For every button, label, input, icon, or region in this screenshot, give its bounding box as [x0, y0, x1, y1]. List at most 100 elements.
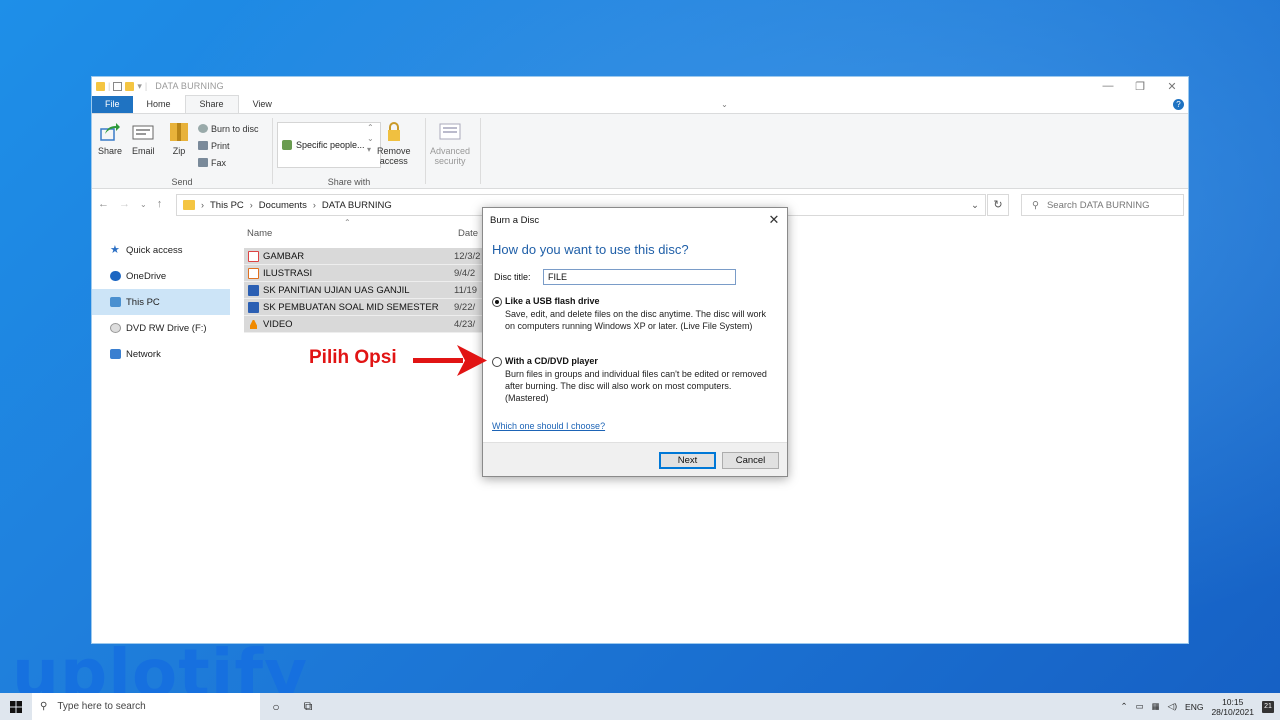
sidebar-label: OneDrive — [126, 270, 167, 282]
cortana-icon[interactable]: ○ — [260, 700, 292, 714]
close-icon[interactable]: ✕ — [761, 212, 787, 228]
tab-share[interactable]: Share — [184, 95, 239, 113]
tab-file[interactable]: File — [92, 96, 133, 113]
share-button[interactable]: Share — [98, 122, 122, 156]
sidebar-item-this-pc[interactable]: This PC — [92, 289, 230, 315]
breadcrumb-this-pc[interactable]: This PC — [210, 200, 244, 211]
help-icon[interactable]: ? — [1173, 98, 1184, 110]
clock-date: 28/10/2021 — [1211, 706, 1254, 717]
option-title: Like a USB flash drive — [505, 296, 600, 306]
battery-icon[interactable]: ▭ — [1136, 701, 1144, 712]
computer-icon — [110, 297, 121, 307]
navigation-pane: ★ Quick access OneDrive This PC DVD RW D… — [92, 237, 230, 367]
list-item[interactable]: GAMBAR 12/3/2 — [244, 248, 484, 265]
sidebar-label: Network — [126, 348, 161, 360]
ribbon-group-send: Share Email Zip Burn to disc Print Fax S… — [92, 114, 272, 190]
start-button[interactable] — [0, 693, 32, 720]
tab-view[interactable]: View — [239, 96, 286, 113]
properties-icon[interactable] — [113, 81, 123, 91]
tab-home[interactable]: Home — [133, 96, 185, 113]
help-link[interactable]: Which one should I choose? — [492, 421, 605, 431]
language-indicator[interactable]: ENG — [1185, 702, 1203, 712]
title-bar: | ▾ | DATA BURNING — ❐ ✕ — [92, 77, 1188, 95]
list-item[interactable]: SK PEMBUATAN SOAL MID SEMESTER 9/22/ — [244, 299, 484, 316]
list-item[interactable]: VIDEO 4/23/ — [244, 316, 484, 333]
list-item[interactable]: SK PANITIAN UJIAN UAS GANJIL 11/19 — [244, 282, 484, 299]
network-icon[interactable]: ▦ — [1152, 701, 1160, 712]
fax-button[interactable]: Fax — [198, 154, 259, 171]
ribbon-tabs: File Home Share View ⌄ ? — [92, 95, 1188, 113]
share-list-scroll[interactable]: ⌃ ⌄ ▾ — [367, 122, 374, 155]
email-label: Email — [132, 146, 155, 156]
burn-to-disc-button[interactable]: Burn to disc — [198, 120, 259, 137]
notification-center-badge[interactable]: 21 — [1262, 700, 1274, 713]
clock[interactable]: 10:15 28/10/2021 — [1211, 697, 1254, 717]
share-with-list[interactable]: Specific people... — [277, 122, 381, 168]
group-label-share-with: Share with — [327, 177, 371, 187]
file-name: SK PANITIAN UJIAN UAS GANJIL — [263, 284, 410, 296]
sidebar-item-network[interactable]: Network — [92, 341, 230, 367]
close-icon[interactable]: ✕ — [1156, 80, 1188, 93]
chevron-right-icon[interactable]: › — [250, 200, 253, 210]
search-icon: ⚲ — [1032, 199, 1039, 211]
radio-usb-flash-drive[interactable] — [492, 297, 502, 307]
recent-locations-icon[interactable]: ⌄ — [140, 200, 147, 209]
disc-title-label: Disc title: — [494, 272, 531, 282]
option-description: Save, edit, and delete files on the disc… — [505, 309, 766, 331]
quick-access-toolbar: | ▾ | — [96, 81, 147, 92]
next-button[interactable]: Next — [659, 452, 716, 469]
disc-title-input[interactable] — [543, 269, 736, 285]
minimize-icon[interactable]: — — [1092, 80, 1124, 93]
file-name: SK PEMBUATAN SOAL MID SEMESTER — [263, 301, 439, 313]
option-cd-dvd-player[interactable]: With a CD/DVD player Burn files in group… — [492, 356, 777, 404]
volume-icon[interactable]: ◁) — [1168, 701, 1177, 712]
dialog-question: How do you want to use this disc? — [492, 242, 689, 257]
dialog-title: Burn a Disc — [490, 214, 540, 226]
chevron-right-icon[interactable]: › — [313, 200, 316, 210]
customize-toolbar-icon[interactable]: ▾ — [137, 81, 142, 92]
radio-cd-dvd-player[interactable] — [492, 357, 502, 367]
file-date: 12/3/2 — [454, 250, 481, 262]
advanced-security-icon — [439, 122, 461, 142]
breadcrumb-documents[interactable]: Documents — [259, 200, 307, 211]
chevron-down-icon[interactable]: ⌄ — [971, 200, 979, 211]
new-folder-icon[interactable] — [125, 81, 135, 91]
back-icon[interactable]: ← — [98, 198, 109, 210]
email-icon — [132, 122, 154, 142]
print-button[interactable]: Print — [198, 137, 259, 154]
sidebar-item-quick-access[interactable]: ★ Quick access — [92, 237, 230, 263]
up-icon[interactable]: ↑ — [157, 198, 163, 210]
show-hidden-icons-icon[interactable]: ⌃ — [1120, 701, 1127, 712]
option-usb-flash-drive[interactable]: Like a USB flash drive Save, edit, and d… — [492, 296, 777, 332]
search-input[interactable]: ⚲ Search DATA BURNING — [1021, 194, 1184, 216]
sort-ascending-icon: ⌃ — [344, 218, 351, 227]
column-header-date[interactable]: Date — [458, 228, 478, 239]
refresh-button[interactable]: ↻ — [987, 194, 1009, 216]
specific-people-item[interactable]: Specific people... — [296, 140, 365, 150]
system-tray: ⌃ ▭ ▦ ◁) ENG 10:15 28/10/2021 21 — [1120, 697, 1280, 717]
sidebar-item-dvd-drive[interactable]: DVD RW Drive (F:) — [92, 315, 230, 341]
disc-icon — [198, 124, 208, 133]
column-header-name[interactable]: Name — [247, 228, 272, 239]
expand-ribbon-icon[interactable]: ⌄ — [721, 100, 728, 109]
clock-time: 10:15 — [1222, 696, 1244, 707]
advanced-security-button[interactable]: Advanced security — [430, 122, 470, 166]
list-item[interactable]: ILUSTRASI 9/4/2 — [244, 265, 484, 282]
restore-icon[interactable]: ❐ — [1124, 80, 1156, 93]
email-button[interactable]: Email — [132, 122, 155, 156]
taskbar-search-input[interactable]: ⚲ Type here to search — [32, 693, 260, 720]
group-label-send: Send — [171, 177, 193, 187]
forward-icon[interactable]: → — [119, 198, 130, 210]
chevron-right-icon[interactable]: › — [201, 200, 204, 210]
cancel-button[interactable]: Cancel — [722, 452, 779, 469]
option-description: Burn files in groups and individual file… — [505, 369, 767, 403]
breadcrumb-data-burning[interactable]: DATA BURNING — [322, 200, 392, 211]
annotation-arrow-icon — [413, 345, 487, 376]
task-view-icon[interactable]: ⧉ — [292, 699, 324, 714]
sidebar-item-onedrive[interactable]: OneDrive — [92, 263, 230, 289]
printer-icon — [198, 141, 208, 150]
zip-button[interactable]: Zip — [168, 122, 190, 156]
annotation-label: Pilih Opsi — [309, 347, 397, 368]
folder-icon[interactable] — [96, 81, 105, 91]
remove-access-button[interactable]: Remove access — [377, 122, 411, 166]
